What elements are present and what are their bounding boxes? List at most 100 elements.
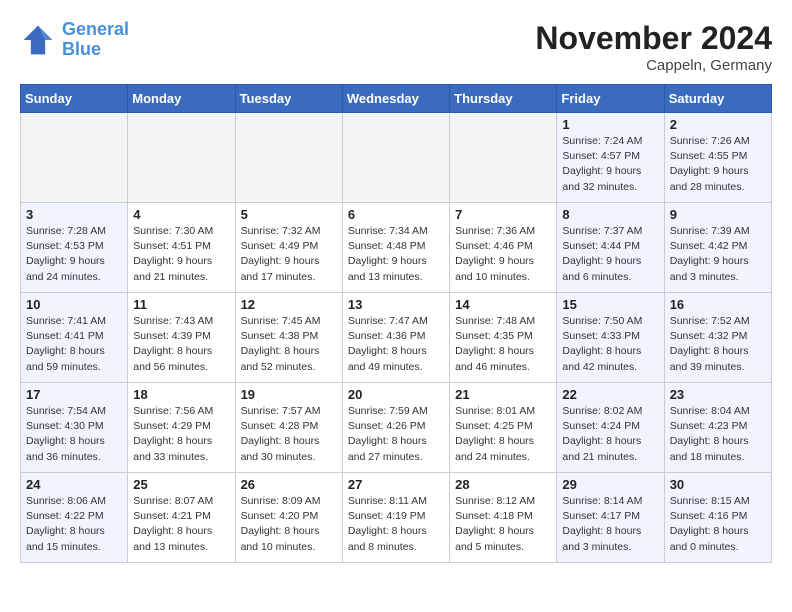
day-number: 5: [241, 207, 337, 222]
calendar-day-cell: 25 Sunrise: 8:07 AM Sunset: 4:21 PM Dayli…: [128, 473, 235, 563]
day-number: 14: [455, 297, 551, 312]
calendar-day-cell: 7Sunrise: 7:36 AM Sunset: 4:46 PM Daylig…: [450, 203, 557, 293]
day-number: 20: [348, 387, 444, 402]
day-info: Sunrise: 7:32 AM Sunset: 4:49 PM Dayligh…: [241, 224, 337, 285]
calendar-day-cell: [450, 113, 557, 203]
calendar-day-cell: 9Sunrise: 7:39 AM Sunset: 4:42 PM Daylig…: [664, 203, 771, 293]
day-info: Sunrise: 7:30 AM Sunset: 4:51 PM Dayligh…: [133, 224, 229, 285]
day-number: 9: [670, 207, 766, 222]
day-info: Sunrise: 8:09 AM Sunset: 4:20 PM Dayligh…: [241, 494, 337, 555]
calendar-day-cell: 24Sunrise: 8:06 AM Sunset: 4:22 PM Dayli…: [21, 473, 128, 563]
weekday-header-row: SundayMondayTuesdayWednesdayThursdayFrid…: [21, 85, 772, 113]
day-number: 26: [241, 477, 337, 492]
weekday-header-cell: Wednesday: [342, 85, 449, 113]
day-info: Sunrise: 8:15 AM Sunset: 4:16 PM Dayligh…: [670, 494, 766, 555]
logo-line2: Blue: [62, 39, 101, 59]
calendar-day-cell: 15Sunrise: 7:50 AM Sunset: 4:33 PM Dayli…: [557, 293, 664, 383]
day-number: 28: [455, 477, 551, 492]
day-info: Sunrise: 7:56 AM Sunset: 4:29 PM Dayligh…: [133, 404, 229, 465]
calendar-week-row: 24Sunrise: 8:06 AM Sunset: 4:22 PM Dayli…: [21, 473, 772, 563]
day-number: 21: [455, 387, 551, 402]
day-info: Sunrise: 8:02 AM Sunset: 4:24 PM Dayligh…: [562, 404, 658, 465]
calendar-day-cell: 10 Sunrise: 7:41 AM Sunset: 4:41 PM Dayli…: [21, 293, 128, 383]
calendar-week-row: 1Sunrise: 7:24 AM Sunset: 4:57 PM Daylig…: [21, 113, 772, 203]
day-number: 16: [670, 297, 766, 312]
day-number: 2: [670, 117, 766, 132]
day-info: Sunrise: 7:34 AM Sunset: 4:48 PM Dayligh…: [348, 224, 444, 285]
weekday-header-cell: Sunday: [21, 85, 128, 113]
calendar-day-cell: 29Sunrise: 8:14 AM Sunset: 4:17 PM Dayli…: [557, 473, 664, 563]
calendar-day-cell: 22 Sunrise: 8:02 AM Sunset: 4:24 PM Dayli…: [557, 383, 664, 473]
logo-line1: General: [62, 19, 129, 39]
month-title: November 2024: [535, 20, 772, 57]
day-number: 6: [348, 207, 444, 222]
calendar-day-cell: 1Sunrise: 7:24 AM Sunset: 4:57 PM Daylig…: [557, 113, 664, 203]
calendar-day-cell: 23 Sunrise: 8:04 AM Sunset: 4:23 PM Dayli…: [664, 383, 771, 473]
day-info: Sunrise: 8:04 AM Sunset: 4:23 PM Dayligh…: [670, 404, 766, 465]
calendar-day-cell: [128, 113, 235, 203]
day-info: Sunrise: 7:36 AM Sunset: 4:46 PM Dayligh…: [455, 224, 551, 285]
day-info: Sunrise: 7:52 AM Sunset: 4:32 PM Dayligh…: [670, 314, 766, 375]
day-number: 15: [562, 297, 658, 312]
weekday-header-cell: Saturday: [664, 85, 771, 113]
calendar-day-cell: [342, 113, 449, 203]
logo-icon: [20, 22, 56, 58]
day-info: Sunrise: 7:43 AM Sunset: 4:39 PM Dayligh…: [133, 314, 229, 375]
calendar-day-cell: 30 Sunrise: 8:15 AM Sunset: 4:16 PM Dayli…: [664, 473, 771, 563]
calendar-day-cell: 8 Sunrise: 7:37 AM Sunset: 4:44 PM Daylig…: [557, 203, 664, 293]
day-info: Sunrise: 8:11 AM Sunset: 4:19 PM Dayligh…: [348, 494, 444, 555]
day-number: 24: [26, 477, 122, 492]
day-number: 10: [26, 297, 122, 312]
day-number: 17: [26, 387, 122, 402]
calendar-day-cell: 18 Sunrise: 7:56 AM Sunset: 4:29 PM Dayli…: [128, 383, 235, 473]
day-number: 19: [241, 387, 337, 402]
day-info: Sunrise: 8:07 AM Sunset: 4:21 PM Dayligh…: [133, 494, 229, 555]
calendar-day-cell: 3Sunrise: 7:28 AM Sunset: 4:53 PM Daylig…: [21, 203, 128, 293]
calendar-day-cell: [21, 113, 128, 203]
day-number: 27: [348, 477, 444, 492]
calendar-day-cell: 20 Sunrise: 7:59 AM Sunset: 4:26 PM Dayli…: [342, 383, 449, 473]
calendar-day-cell: 4 Sunrise: 7:30 AM Sunset: 4:51 PM Daylig…: [128, 203, 235, 293]
day-info: Sunrise: 7:45 AM Sunset: 4:38 PM Dayligh…: [241, 314, 337, 375]
calendar-week-row: 10 Sunrise: 7:41 AM Sunset: 4:41 PM Dayli…: [21, 293, 772, 383]
header: General Blue November 2024 Cappeln, Germ…: [20, 20, 772, 74]
calendar-day-cell: 19 Sunrise: 7:57 AM Sunset: 4:28 PM Dayli…: [235, 383, 342, 473]
calendar-body: 1Sunrise: 7:24 AM Sunset: 4:57 PM Daylig…: [21, 113, 772, 563]
day-number: 3: [26, 207, 122, 222]
day-info: Sunrise: 7:59 AM Sunset: 4:26 PM Dayligh…: [348, 404, 444, 465]
calendar-day-cell: 2 Sunrise: 7:26 AM Sunset: 4:55 PM Daylig…: [664, 113, 771, 203]
logo-text: General Blue: [62, 20, 129, 60]
day-number: 22: [562, 387, 658, 402]
day-info: Sunrise: 8:14 AM Sunset: 4:17 PM Dayligh…: [562, 494, 658, 555]
day-number: 25: [133, 477, 229, 492]
weekday-header-cell: Thursday: [450, 85, 557, 113]
day-number: 18: [133, 387, 229, 402]
day-info: Sunrise: 7:54 AM Sunset: 4:30 PM Dayligh…: [26, 404, 122, 465]
day-number: 23: [670, 387, 766, 402]
day-number: 4: [133, 207, 229, 222]
calendar-day-cell: 26 Sunrise: 8:09 AM Sunset: 4:20 PM Dayli…: [235, 473, 342, 563]
day-info: Sunrise: 7:57 AM Sunset: 4:28 PM Dayligh…: [241, 404, 337, 465]
day-info: Sunrise: 8:12 AM Sunset: 4:18 PM Dayligh…: [455, 494, 551, 555]
calendar-week-row: 3Sunrise: 7:28 AM Sunset: 4:53 PM Daylig…: [21, 203, 772, 293]
calendar-day-cell: 21Sunrise: 8:01 AM Sunset: 4:25 PM Dayli…: [450, 383, 557, 473]
location: Cappeln, Germany: [535, 57, 772, 74]
day-info: Sunrise: 7:41 AM Sunset: 4:41 PM Dayligh…: [26, 314, 122, 375]
day-info: Sunrise: 7:37 AM Sunset: 4:44 PM Dayligh…: [562, 224, 658, 285]
calendar-day-cell: 6 Sunrise: 7:34 AM Sunset: 4:48 PM Daylig…: [342, 203, 449, 293]
day-number: 30: [670, 477, 766, 492]
day-number: 8: [562, 207, 658, 222]
day-number: 13: [348, 297, 444, 312]
day-info: Sunrise: 7:26 AM Sunset: 4:55 PM Dayligh…: [670, 134, 766, 195]
calendar-day-cell: 16 Sunrise: 7:52 AM Sunset: 4:32 PM Dayli…: [664, 293, 771, 383]
calendar-table: SundayMondayTuesdayWednesdayThursdayFrid…: [20, 84, 772, 563]
calendar-day-cell: 5 Sunrise: 7:32 AM Sunset: 4:49 PM Daylig…: [235, 203, 342, 293]
calendar-week-row: 17 Sunrise: 7:54 AM Sunset: 4:30 PM Dayli…: [21, 383, 772, 473]
day-number: 11: [133, 297, 229, 312]
calendar-day-cell: 27 Sunrise: 8:11 AM Sunset: 4:19 PM Dayli…: [342, 473, 449, 563]
calendar-day-cell: 11 Sunrise: 7:43 AM Sunset: 4:39 PM Dayli…: [128, 293, 235, 383]
calendar-day-cell: 17 Sunrise: 7:54 AM Sunset: 4:30 PM Dayli…: [21, 383, 128, 473]
day-info: Sunrise: 7:48 AM Sunset: 4:35 PM Dayligh…: [455, 314, 551, 375]
logo: General Blue: [20, 20, 129, 60]
title-area: November 2024 Cappeln, Germany: [535, 20, 772, 74]
